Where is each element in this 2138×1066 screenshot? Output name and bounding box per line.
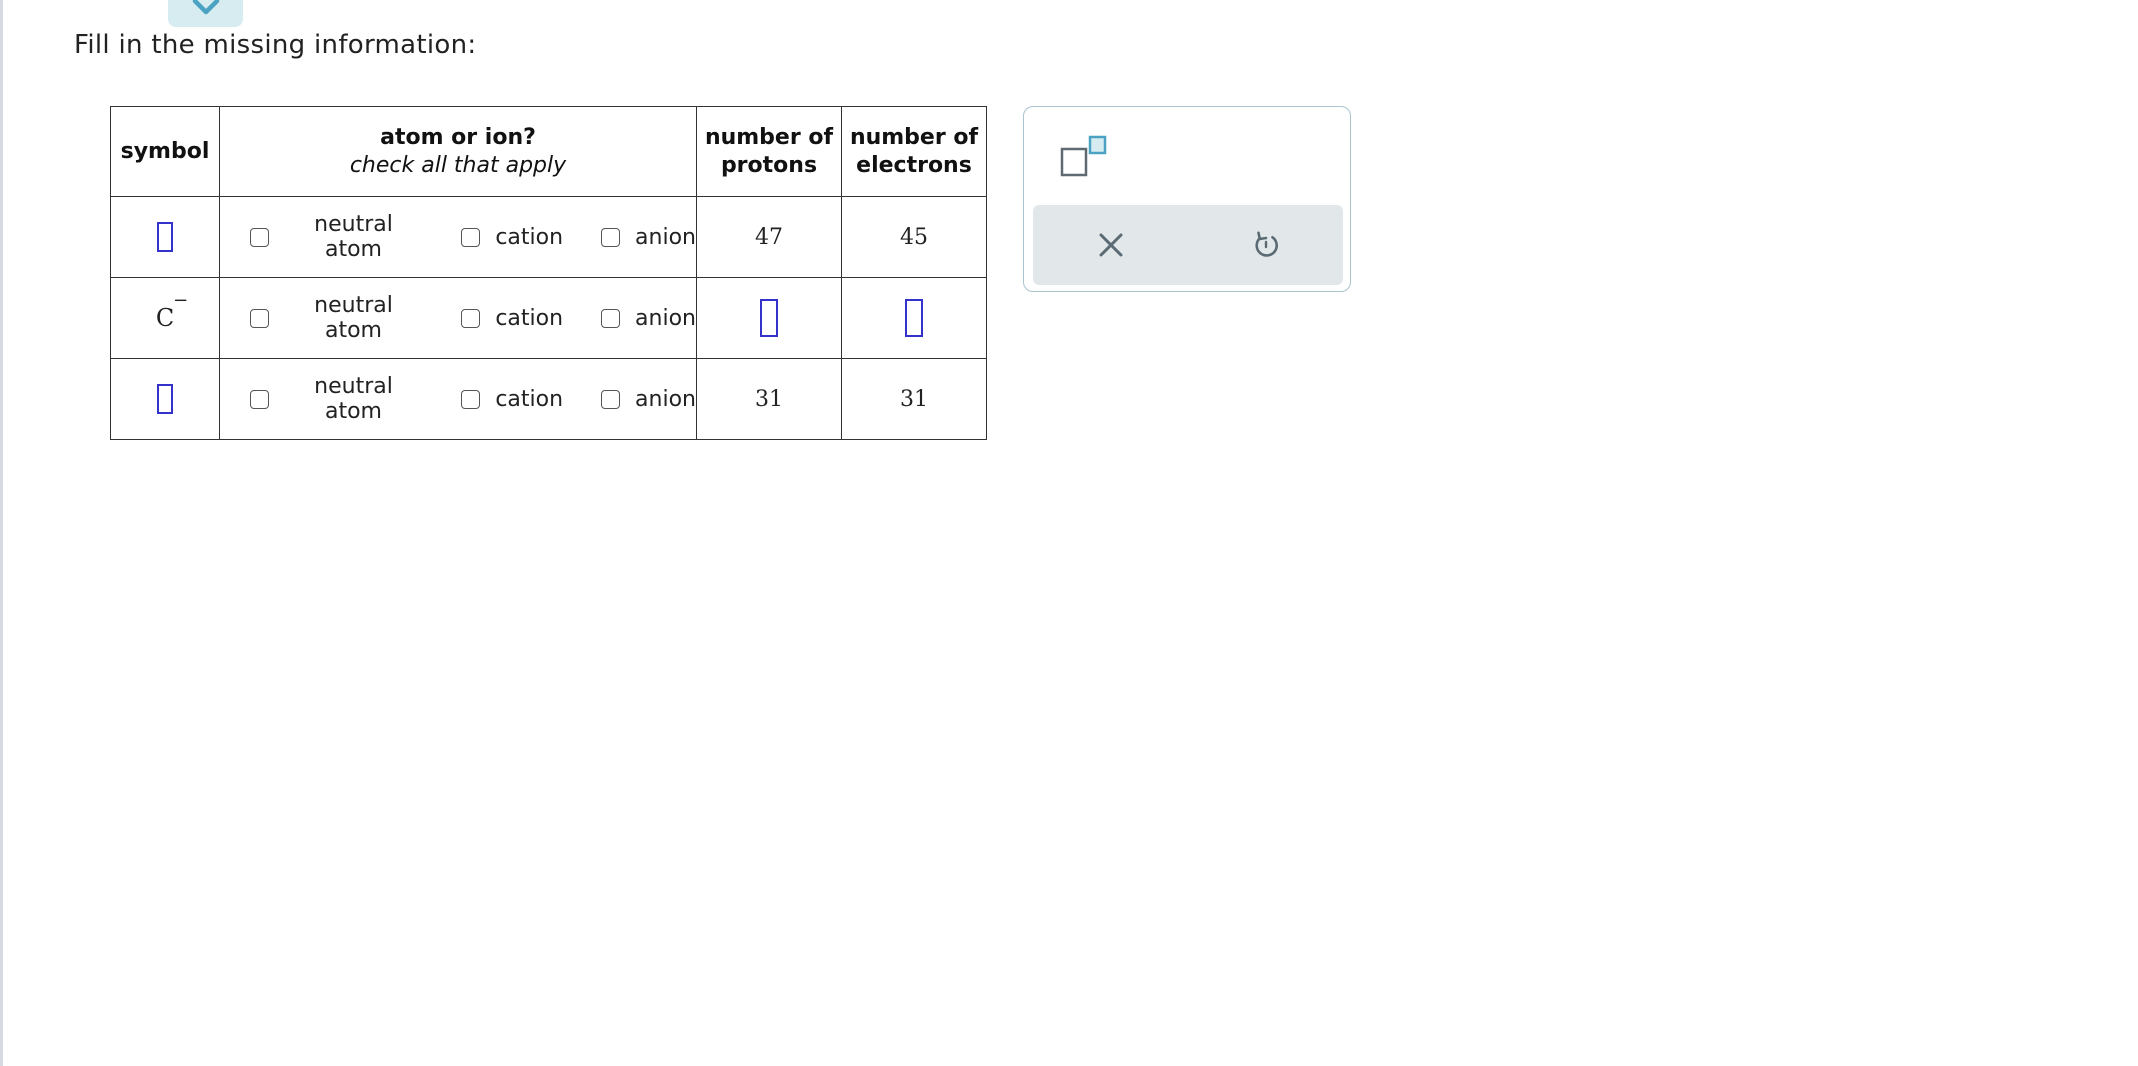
undo-button[interactable] <box>1188 205 1343 285</box>
header-protons-line2: protons <box>720 152 818 178</box>
cation-checkbox[interactable] <box>461 389 481 409</box>
electrons-cell: 45 <box>841 196 987 278</box>
table-row: C − neutral atom cation anion <box>110 277 987 359</box>
question-prompt: Fill in the missing information: <box>74 30 477 60</box>
header-atom-or-ion-subtitle: check all that apply <box>349 152 567 178</box>
atom-or-ion-cell: neutral atom cation anion <box>219 277 697 359</box>
anion-checkbox[interactable] <box>601 227 621 247</box>
symbol-cell: C − <box>110 277 220 359</box>
atom-or-ion-cell: neutral atom cation anion <box>219 358 697 440</box>
symbol-input[interactable] <box>157 384 173 414</box>
header-symbol-label: symbol <box>120 138 210 164</box>
option-cation[interactable]: cation <box>461 387 563 412</box>
neutral-atom-checkbox[interactable] <box>250 308 269 328</box>
table-row: neutral atom cation anion 47 45 <box>110 196 987 278</box>
neutral-atom-checkbox[interactable] <box>250 227 269 247</box>
header-protons-line1: number of <box>704 124 834 150</box>
answer-tools-panel <box>1023 106 1351 292</box>
collapse-toggle-button[interactable] <box>168 0 243 27</box>
protons-value: 47 <box>755 224 783 250</box>
protons-value: 31 <box>755 386 783 412</box>
left-rail <box>0 0 3 1066</box>
element-symbol: C <box>155 304 175 332</box>
tools-action-bar <box>1033 205 1343 285</box>
protons-cell: 47 <box>696 196 842 278</box>
symbol-cell <box>110 358 220 440</box>
electrons-value: 31 <box>900 386 928 412</box>
protons-input[interactable] <box>760 299 778 337</box>
close-icon <box>1099 233 1122 257</box>
option-label: neutral atom <box>314 212 393 262</box>
option-anion[interactable]: anion <box>601 225 696 250</box>
superscript-button[interactable] <box>1060 135 1108 183</box>
electrons-value: 45 <box>900 224 928 250</box>
anion-checkbox[interactable] <box>601 389 621 409</box>
option-neutral-atom[interactable]: neutral atom <box>250 212 423 262</box>
option-label: anion <box>635 386 696 412</box>
header-atom-or-ion: atom or ion? check all that apply <box>219 106 697 197</box>
superscript-box-icon <box>1060 135 1107 177</box>
header-electrons-line1: number of <box>849 124 979 150</box>
anion-checkbox[interactable] <box>601 308 621 328</box>
option-label: cation <box>495 224 564 250</box>
electrons-cell <box>841 277 987 359</box>
header-atom-or-ion-label: atom or ion? <box>380 124 536 150</box>
charge-superscript: − <box>173 290 189 311</box>
option-label: cation <box>495 305 564 331</box>
table-row: neutral atom cation anion 31 31 <box>110 358 987 440</box>
electrons-input[interactable] <box>905 299 923 337</box>
option-anion[interactable]: anion <box>601 387 696 412</box>
header-protons: number of protons <box>696 106 842 197</box>
option-anion[interactable]: anion <box>601 306 696 331</box>
symbol-input[interactable] <box>157 222 173 252</box>
ion-symbol: C − <box>155 290 188 332</box>
option-cation[interactable]: cation <box>461 225 563 250</box>
option-neutral-atom[interactable]: neutral atom <box>250 374 423 424</box>
option-cation[interactable]: cation <box>461 306 563 331</box>
electrons-cell: 31 <box>841 358 987 440</box>
option-label: anion <box>635 224 696 250</box>
atom-or-ion-cell: neutral atom cation anion <box>219 196 697 278</box>
table-header-row: symbol atom or ion? check all that apply… <box>110 106 987 197</box>
protons-cell: 31 <box>696 358 842 440</box>
option-label: neutral atom <box>314 374 393 424</box>
cation-checkbox[interactable] <box>461 308 481 328</box>
header-symbol: symbol <box>110 106 220 197</box>
protons-cell <box>696 277 842 359</box>
ion-table: symbol atom or ion? check all that apply… <box>110 106 987 440</box>
clear-button[interactable] <box>1033 205 1188 285</box>
undo-icon <box>1254 231 1278 257</box>
header-electrons: number of electrons <box>841 106 987 197</box>
option-label: neutral atom <box>314 293 393 343</box>
chevron-down-icon <box>192 0 219 14</box>
neutral-atom-checkbox[interactable] <box>250 389 269 409</box>
cation-checkbox[interactable] <box>461 227 481 247</box>
option-label: anion <box>635 305 696 331</box>
option-label: cation <box>495 386 564 412</box>
option-neutral-atom[interactable]: neutral atom <box>250 293 423 343</box>
header-electrons-line2: electrons <box>856 152 972 178</box>
symbol-cell <box>110 196 220 278</box>
